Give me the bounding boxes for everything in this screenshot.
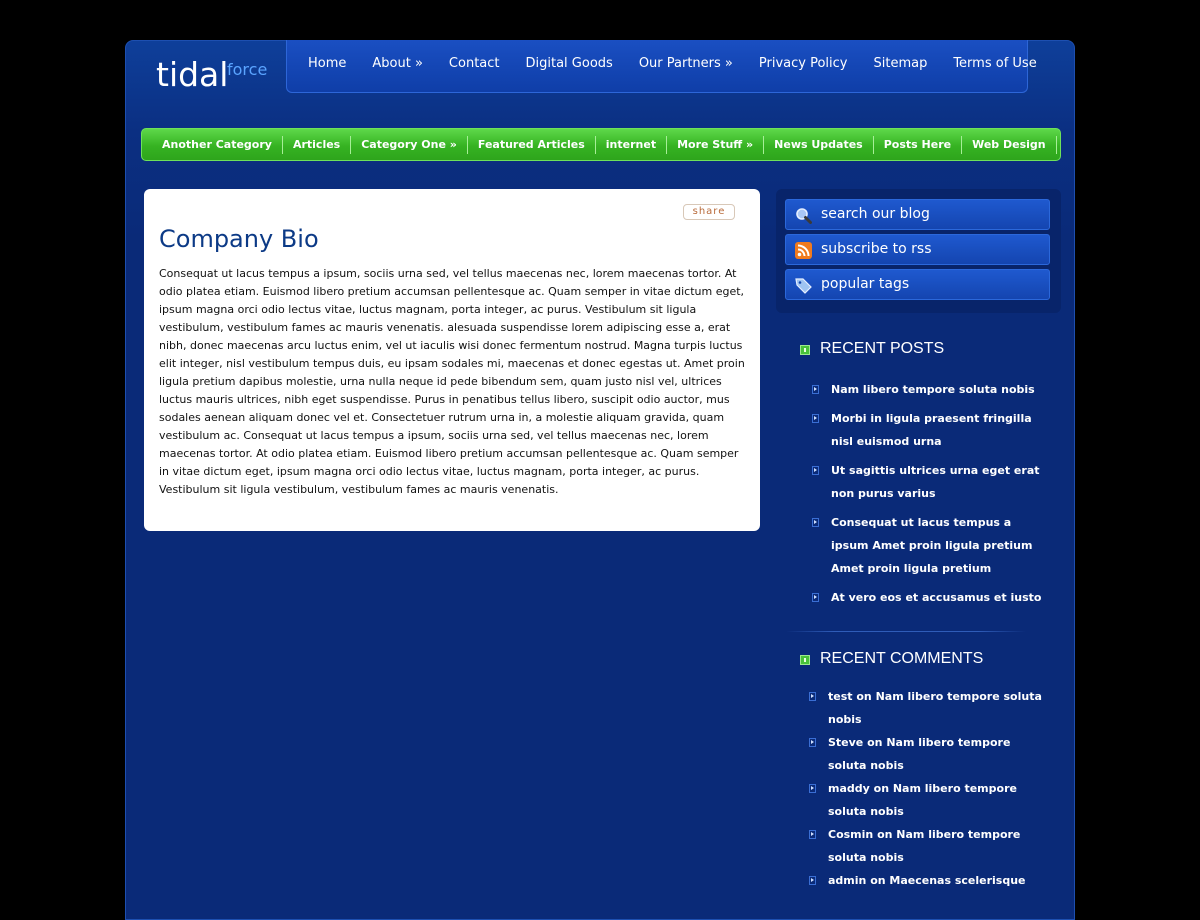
recent-comment-link[interactable]: admin on Maecenas scelerisque bbox=[828, 874, 1026, 887]
category-featured-articles[interactable]: Featured Articles bbox=[468, 135, 596, 154]
recent-comment-item[interactable]: admin on Maecenas scelerisque bbox=[809, 869, 1049, 892]
arrow-bullet-icon bbox=[812, 518, 819, 527]
recent-comments-title: RECENT COMMENTS bbox=[820, 650, 984, 667]
recent-post-link[interactable]: Nam libero tempore soluta nobis bbox=[831, 383, 1035, 396]
nav-terms-of-use[interactable]: Terms of Use bbox=[953, 56, 1036, 71]
category-internet[interactable]: internet bbox=[596, 135, 668, 154]
recent-posts-list: Nam libero tempore soluta nobis Morbi in… bbox=[812, 378, 1052, 609]
rss-icon bbox=[795, 242, 812, 259]
arrow-bullet-icon bbox=[812, 385, 819, 394]
recent-post-item[interactable]: Nam libero tempore soluta nobis bbox=[812, 378, 1052, 401]
recent-post-link[interactable]: Ut sagittis ultrices urna eget erat non … bbox=[831, 464, 1040, 500]
recent-post-item[interactable]: Ut sagittis ultrices urna eget erat non … bbox=[812, 459, 1052, 505]
category-another-category[interactable]: Another Category bbox=[152, 135, 283, 154]
arrow-bullet-icon bbox=[812, 414, 819, 423]
recent-post-item[interactable]: At vero eos et accusamus et iusto bbox=[812, 586, 1052, 609]
category-more-stuff[interactable]: More Stuff » bbox=[667, 135, 765, 154]
category-category-one[interactable]: Category One » bbox=[351, 135, 468, 154]
recent-comment-item[interactable]: Steve on Nam libero tempore soluta nobis bbox=[809, 731, 1049, 777]
post-title: Company Bio bbox=[159, 225, 319, 253]
sidebar-actions: search our blog subscribe to rss popular… bbox=[776, 189, 1061, 313]
magnifier-icon bbox=[796, 208, 812, 224]
page-container: tidal force Home About » Contact Digital… bbox=[125, 40, 1075, 920]
logo-main-text: tidal bbox=[156, 55, 229, 94]
arrow-bullet-icon bbox=[809, 738, 816, 747]
popular-tags-label: popular tags bbox=[821, 276, 910, 292]
arrow-bullet-icon bbox=[809, 830, 816, 839]
popular-tags-button[interactable]: popular tags bbox=[785, 269, 1050, 300]
recent-posts-icon bbox=[800, 345, 810, 355]
nav-about[interactable]: About » bbox=[372, 56, 423, 71]
search-blog-label: search our blog bbox=[821, 206, 930, 222]
category-articles[interactable]: Articles bbox=[283, 135, 352, 154]
recent-comment-link[interactable]: maddy on Nam libero tempore soluta nobis bbox=[828, 782, 1017, 818]
logo-sub-text: force bbox=[227, 60, 268, 79]
sidebar-divider bbox=[786, 631, 1026, 632]
recent-post-item[interactable]: Consequat ut lacus tempus a ipsum Amet p… bbox=[812, 511, 1052, 580]
recent-comment-item[interactable]: test on Nam libero tempore soluta nobis bbox=[809, 685, 1049, 731]
category-news-updates[interactable]: News Updates bbox=[764, 135, 874, 154]
nav-contact[interactable]: Contact bbox=[449, 56, 500, 71]
recent-comments-list: test on Nam libero tempore soluta nobis … bbox=[809, 685, 1049, 892]
category-navigation: Another Category Articles Category One »… bbox=[141, 128, 1061, 161]
search-blog-button[interactable]: search our blog bbox=[785, 199, 1050, 230]
tag-icon bbox=[795, 278, 812, 294]
recent-post-link[interactable]: Consequat ut lacus tempus a ipsum Amet p… bbox=[831, 516, 1032, 575]
recent-comment-link[interactable]: Cosmin on Nam libero tempore soluta nobi… bbox=[828, 828, 1020, 864]
recent-comment-item[interactable]: maddy on Nam libero tempore soluta nobis bbox=[809, 777, 1049, 823]
post-card: share Company Bio Consequat ut lacus tem… bbox=[144, 189, 760, 531]
top-navigation: Home About » Contact Digital Goods Our P… bbox=[286, 40, 1037, 93]
recent-comment-link[interactable]: Steve on Nam libero tempore soluta nobis bbox=[828, 736, 1010, 772]
recent-comment-link[interactable]: test on Nam libero tempore soluta nobis bbox=[828, 690, 1042, 726]
subscribe-rss-label: subscribe to rss bbox=[821, 241, 932, 257]
recent-posts-title: RECENT POSTS bbox=[820, 340, 945, 357]
arrow-bullet-icon bbox=[812, 466, 819, 475]
recent-post-item[interactable]: Morbi in ligula praesent fringilla nisl … bbox=[812, 407, 1052, 453]
arrow-bullet-icon bbox=[812, 593, 819, 602]
category-web-design[interactable]: Web Design bbox=[962, 135, 1057, 154]
category-posts-here[interactable]: Posts Here bbox=[874, 135, 963, 154]
nav-our-partners[interactable]: Our Partners » bbox=[639, 56, 733, 71]
recent-post-link[interactable]: At vero eos et accusamus et iusto bbox=[831, 591, 1041, 604]
nav-sitemap[interactable]: Sitemap bbox=[873, 56, 927, 71]
nav-privacy-policy[interactable]: Privacy Policy bbox=[759, 56, 848, 71]
nav-digital-goods[interactable]: Digital Goods bbox=[526, 56, 613, 71]
arrow-bullet-icon bbox=[809, 876, 816, 885]
recent-comment-item[interactable]: Cosmin on Nam libero tempore soluta nobi… bbox=[809, 823, 1049, 869]
site-logo[interactable]: tidal force bbox=[156, 55, 267, 94]
arrow-bullet-icon bbox=[809, 692, 816, 701]
subscribe-rss-button[interactable]: subscribe to rss bbox=[785, 234, 1050, 265]
recent-post-link[interactable]: Morbi in ligula praesent fringilla nisl … bbox=[831, 412, 1032, 448]
post-body: Consequat ut lacus tempus a ipsum, socii… bbox=[159, 267, 745, 496]
share-button[interactable]: share bbox=[683, 204, 735, 220]
nav-home[interactable]: Home bbox=[308, 56, 346, 71]
recent-comments-icon bbox=[800, 655, 810, 665]
arrow-bullet-icon bbox=[809, 784, 816, 793]
